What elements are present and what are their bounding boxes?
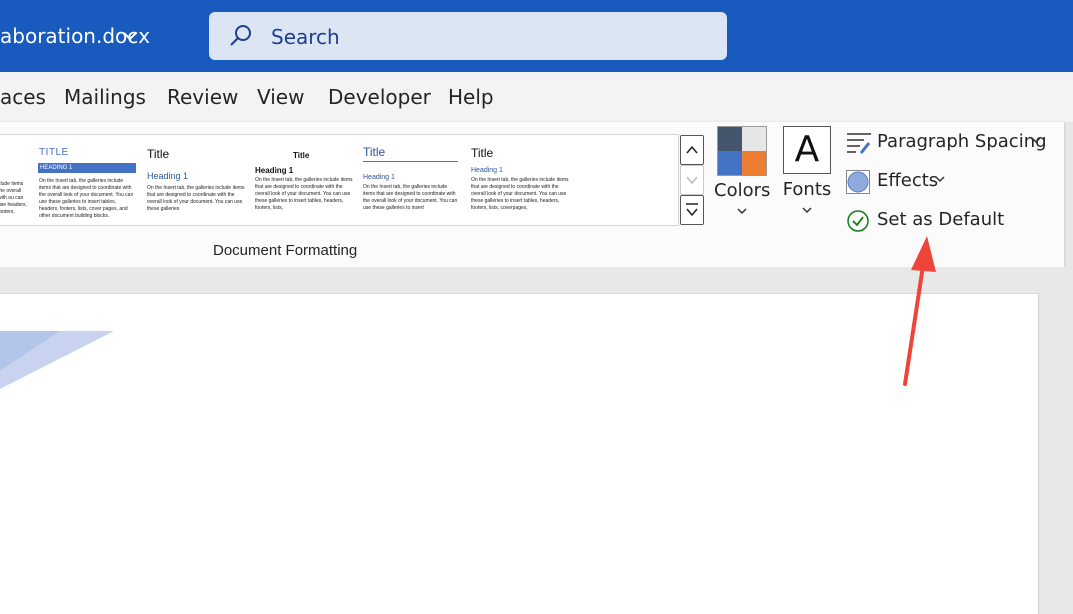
- color-palette-icon: [717, 126, 767, 176]
- fonts-button[interactable]: A Fonts: [780, 126, 834, 221]
- thumb-title: Title: [363, 145, 386, 159]
- style-set-thumb[interactable]: TITLE HEADING 1 On the Insert tab, the g…: [36, 135, 141, 225]
- effects-label: Effects: [877, 170, 939, 191]
- style-set-thumb[interactable]: Title Heading 1 On the Insert tab, the g…: [253, 135, 358, 225]
- document-page[interactable]: [0, 293, 1039, 614]
- tab-references[interactable]: aces: [0, 85, 46, 109]
- thumb-body-text: On the Insert tab, the galleries include…: [39, 178, 134, 219]
- font-icon: A: [783, 126, 831, 174]
- style-set-thumb[interactable]: clude items the overall with ou can use …: [0, 135, 30, 225]
- title-bar: aboration.docx Search: [0, 0, 1073, 72]
- thumb-heading: Heading 1: [471, 167, 503, 174]
- page-decoration-shape: [0, 331, 114, 389]
- thumb-body-text: On the Insert tab, the galleries include…: [255, 177, 353, 211]
- style-set-thumb[interactable]: Title Heading 1 On the Insert tab, the g…: [469, 135, 574, 225]
- check-circle-icon: [846, 209, 870, 238]
- chevron-down-icon: [780, 200, 834, 221]
- paragraph-spacing-icon: [846, 131, 872, 160]
- thumb-heading: Heading 1: [363, 174, 395, 181]
- thumb-title: Title: [293, 151, 310, 160]
- group-label-document-formatting: Document Formatting: [213, 242, 358, 259]
- thumb-body-text: On the Insert tab, the galleries include…: [147, 185, 245, 212]
- chevron-down-icon: [934, 170, 946, 195]
- tab-help[interactable]: Help: [448, 85, 494, 109]
- tab-mailings[interactable]: Mailings: [64, 85, 146, 109]
- style-set-thumb[interactable]: Title Heading 1 On the Insert tab, the g…: [145, 135, 250, 225]
- gallery-scroll-down-button[interactable]: [680, 165, 704, 195]
- thumb-body-text: On the Insert tab, the galleries include…: [471, 177, 569, 211]
- search-icon: [229, 24, 253, 53]
- thumb-heading: Heading 1: [147, 171, 189, 181]
- style-set-thumb[interactable]: Title Heading 1 On the Insert tab, the g…: [361, 135, 466, 225]
- tab-review[interactable]: Review: [167, 85, 238, 109]
- tab-developer[interactable]: Developer: [328, 85, 431, 109]
- effects-icon: [846, 170, 870, 199]
- colors-button[interactable]: Colors: [714, 126, 770, 222]
- ribbon-tabs: aces Mailings Review View Developer Help: [0, 72, 1073, 122]
- tab-view[interactable]: View: [257, 85, 304, 109]
- style-set-gallery: clude items the overall with ou can use …: [0, 134, 679, 226]
- thumb-rule: [363, 161, 458, 162]
- thumb-body-text: clude items the overall with ou can use …: [0, 181, 27, 215]
- gallery-scroll-up-button[interactable]: [680, 135, 704, 165]
- thumb-title: Title: [147, 147, 170, 161]
- thumb-body-text: On the Insert tab, the galleries include…: [363, 184, 458, 211]
- search-placeholder: Search: [271, 25, 340, 49]
- colors-label: Colors: [714, 180, 771, 201]
- chevron-down-icon: [714, 201, 770, 222]
- document-canvas: [0, 267, 1073, 614]
- document-title-menu[interactable]: aboration.docx: [0, 24, 150, 48]
- ribbon-design: clude items the overall with ou can use …: [0, 122, 1064, 267]
- thumb-heading: Heading 1: [255, 166, 294, 175]
- set-as-default-label: Set as Default: [877, 209, 1005, 230]
- search-box[interactable]: Search: [209, 12, 727, 60]
- chevron-down-icon: [122, 26, 138, 51]
- thumb-heading: HEADING 1: [38, 163, 136, 173]
- paragraph-spacing-label: Paragraph Spacing: [877, 131, 1047, 152]
- chevron-down-icon: [1030, 131, 1042, 156]
- fonts-label: Fonts: [782, 179, 832, 200]
- thumb-title: TITLE: [39, 147, 69, 158]
- gallery-more-button[interactable]: [680, 195, 704, 225]
- thumb-title: Title: [471, 146, 494, 160]
